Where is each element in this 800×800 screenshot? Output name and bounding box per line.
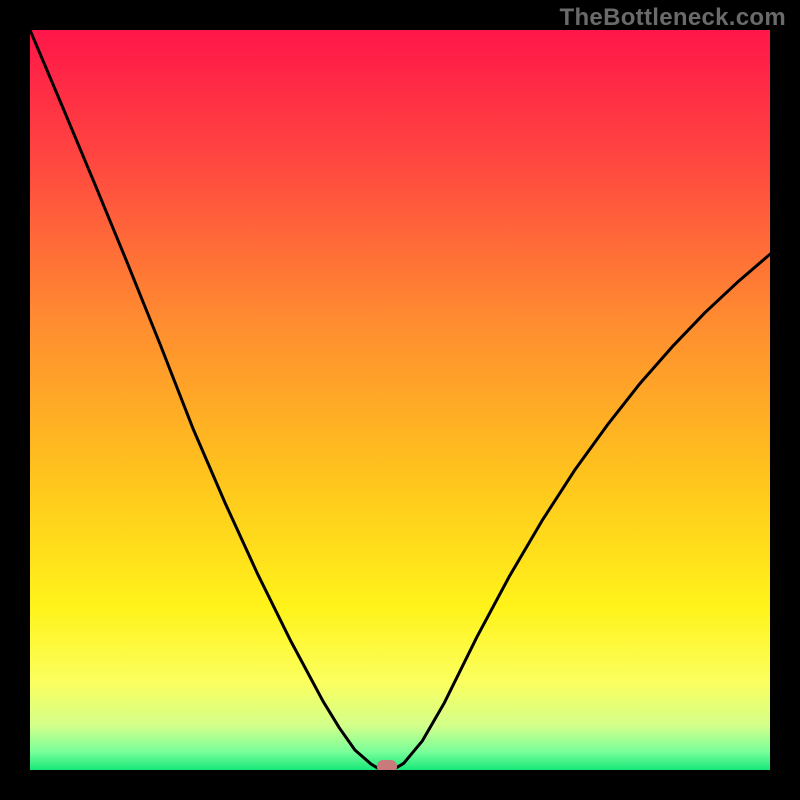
- plot-area: [30, 30, 770, 770]
- chart-frame: TheBottleneck.com: [0, 0, 800, 800]
- bottleneck-curve: [30, 30, 770, 770]
- watermark-label: TheBottleneck.com: [560, 4, 786, 32]
